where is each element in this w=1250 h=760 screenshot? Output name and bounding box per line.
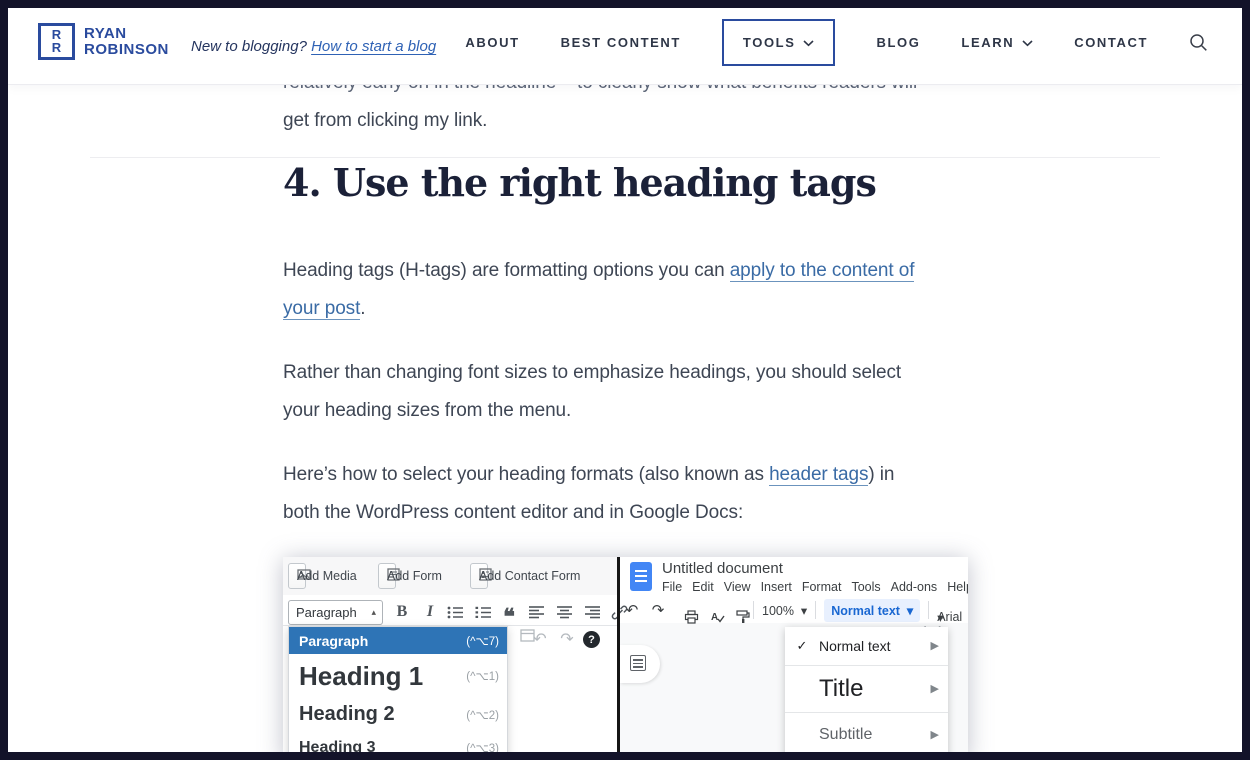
toolbar-separator bbox=[815, 601, 816, 619]
wp-format-option-heading-1: Heading 1 (^⌥1) bbox=[289, 654, 507, 698]
gdocs-menubar: File Edit View Insert Format Tools Add-o… bbox=[662, 580, 968, 594]
paragraph-2-line-2: your heading sizes from the menu. bbox=[283, 392, 571, 430]
google-docs-icon bbox=[630, 562, 652, 591]
tagline-prefix: New to blogging? bbox=[191, 38, 311, 55]
bold-icon: B bbox=[391, 601, 413, 623]
paragraph-3-line-2: both the WordPress content editor and in… bbox=[283, 494, 743, 532]
nav-best-content[interactable]: BEST CONTENT bbox=[561, 35, 681, 50]
gdocs-menu-insert: Insert bbox=[761, 580, 792, 594]
wp-format-dropdown: Paragraph (^⌥7) Heading 1 (^⌥1) Heading … bbox=[288, 626, 508, 760]
apply-to-content-link[interactable]: your post bbox=[283, 298, 360, 320]
search-icon[interactable] bbox=[1189, 33, 1208, 52]
paragraph-3-line-1: Here’s how to select your heading format… bbox=[283, 456, 894, 494]
redo-icon: ↷ bbox=[649, 601, 667, 619]
check-icon: ✓ bbox=[785, 638, 819, 654]
help-icon: ? bbox=[583, 631, 600, 648]
wp-format-option-heading-3: Heading 3 (^⌥3) bbox=[289, 731, 507, 760]
gdocs-style-option-subtitle: Subtitle ▶ bbox=[785, 712, 948, 756]
submenu-arrow-icon: ▶ bbox=[931, 682, 939, 695]
caret-down-icon: ▾ bbox=[937, 610, 943, 625]
paragraph-1-line-2: your post. bbox=[283, 290, 365, 328]
article-image-heading-tags-editors: Add Media Add Form Add Contact Form Para… bbox=[283, 557, 968, 760]
logo-wordmark: RYAN ROBINSON bbox=[84, 26, 169, 58]
apply-to-content-link[interactable]: apply to the content of bbox=[730, 260, 915, 282]
gdocs-toolbar: ↶ ↷ A 100% ▾ Normal text ▾ Arial▾ 11 bbox=[623, 597, 968, 623]
nav-tools[interactable]: TOOLS bbox=[722, 19, 836, 66]
header-tags-link[interactable]: header tags bbox=[769, 464, 868, 486]
nav-blog[interactable]: BLOG bbox=[876, 35, 920, 50]
align-center-icon bbox=[554, 601, 576, 623]
nav-contact[interactable]: CONTACT bbox=[1074, 35, 1148, 50]
section-divider bbox=[90, 157, 1160, 158]
article-content: relatively early on in the headline – to… bbox=[0, 0, 1250, 760]
chevron-down-icon bbox=[803, 35, 814, 50]
gdocs-menu-view: View bbox=[724, 580, 751, 594]
gdocs-menu-edit: Edit bbox=[692, 580, 714, 594]
align-right-icon bbox=[582, 601, 604, 623]
undo-icon: ↶ bbox=[530, 629, 550, 649]
toolbar-separator bbox=[928, 601, 929, 619]
toolbar-separator bbox=[753, 601, 754, 619]
tagline: New to blogging? How to start a blog bbox=[191, 38, 436, 55]
add-contact-form-button: Add Contact Form bbox=[470, 563, 488, 589]
gdocs-menu-addons: Add-ons bbox=[891, 580, 938, 594]
caret-up-icon: ▴ bbox=[371, 607, 376, 618]
wp-format-select: Paragraph ▴ bbox=[288, 600, 383, 625]
add-media-button: Add Media bbox=[288, 563, 306, 589]
document-outline-icon bbox=[630, 655, 646, 671]
gdocs-style-select: Normal text ▾ bbox=[824, 599, 920, 622]
numbered-list-icon bbox=[472, 601, 494, 623]
wp-format-option-heading-2: Heading 2 (^⌥2) bbox=[289, 698, 507, 731]
submenu-arrow-icon: ▶ bbox=[931, 728, 939, 741]
gdocs-menu-file: File bbox=[662, 580, 682, 594]
gdocs-menu-tools: Tools bbox=[851, 580, 880, 594]
main-nav: ABOUT BEST CONTENT TOOLS BLOG LEARN CONT… bbox=[513, 0, 1208, 84]
italic-icon: I bbox=[419, 601, 441, 623]
blockquote-icon: ❝ bbox=[498, 601, 520, 623]
paragraph-1-line-1: Heading tags (H-tags) are formatting opt… bbox=[283, 252, 914, 290]
section-heading: 4. Use the right heading tags bbox=[283, 160, 876, 205]
logo-monogram-icon: R R bbox=[38, 23, 75, 60]
chevron-down-icon bbox=[1022, 35, 1033, 50]
logo[interactable]: R R RYAN ROBINSON bbox=[38, 23, 169, 60]
intro-line: get from clicking my link. bbox=[283, 102, 487, 140]
gdocs-menu-help: Help bbox=[947, 580, 968, 594]
align-left-icon bbox=[526, 601, 548, 623]
bulleted-list-icon bbox=[444, 601, 466, 623]
paragraph-2-line-1: Rather than changing font sizes to empha… bbox=[283, 354, 901, 392]
undo-icon: ↶ bbox=[623, 601, 641, 619]
nav-about[interactable]: ABOUT bbox=[465, 35, 519, 50]
svg-text:A: A bbox=[711, 612, 718, 623]
nav-learn[interactable]: LEARN bbox=[961, 35, 1033, 50]
gdocs-style-option-normal-text: ✓ Normal text ▶ bbox=[785, 627, 948, 664]
redo-icon: ↷ bbox=[557, 629, 577, 649]
start-a-blog-link[interactable]: How to start a blog bbox=[311, 38, 436, 55]
gdocs-document-title: Untitled document bbox=[662, 560, 783, 577]
add-form-button: Add Form bbox=[378, 563, 396, 589]
wp-format-option-paragraph: Paragraph (^⌥7) bbox=[289, 627, 507, 654]
gdocs-style-option-title: Title ▶ bbox=[785, 665, 948, 711]
gdocs-zoom-select: 100% ▾ bbox=[762, 603, 807, 618]
gdocs-menu-format: Format bbox=[802, 580, 842, 594]
gdocs-outline-tab bbox=[620, 645, 660, 683]
submenu-arrow-icon: ▶ bbox=[931, 639, 939, 652]
site-header: R R RYAN ROBINSON New to blogging? How t… bbox=[8, 0, 1242, 84]
page: R R RYAN ROBINSON New to blogging? How t… bbox=[0, 0, 1250, 760]
gdocs-style-dropdown: ✓ Normal text ▶ Title ▶ Subtitle ▶ bbox=[785, 627, 948, 760]
